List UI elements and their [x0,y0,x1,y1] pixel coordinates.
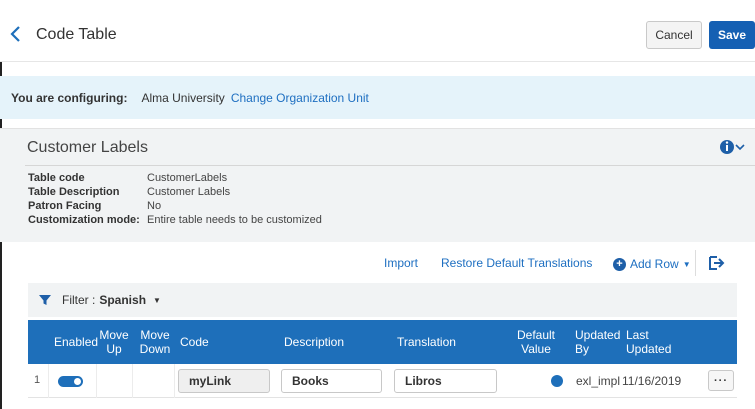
description-input[interactable]: Books [281,369,382,393]
filter-value: Spanish [99,293,147,307]
save-button[interactable]: Save [709,21,755,49]
table-details-panel: Customer Labels Table code CustomerLabel… [0,128,755,242]
column-header-updated-by[interactable]: Updated By [575,320,620,364]
configuring-bar: You are configuring: Alma University Cha… [0,76,755,119]
table-metadata: Table code CustomerLabels Table Descript… [28,171,322,227]
meta-key: Patron Facing [28,200,102,212]
toolbar-divider [695,250,696,276]
column-header-code[interactable]: Code [180,320,209,364]
row-actions-button[interactable]: ··· [708,370,734,391]
enabled-toggle[interactable] [58,376,83,387]
default-value-radio[interactable] [551,375,563,387]
chevron-left-icon[interactable] [9,24,23,44]
column-divider [48,364,49,398]
column-divider [174,364,175,398]
meta-key: Table Description [28,186,120,198]
panel-title: Customer Labels [27,139,148,156]
filter-label: Filter : [62,293,96,307]
column-header-enabled[interactable]: Enabled [54,320,98,364]
last-updated-value: 11/16/2019 [622,374,682,388]
row-number: 1 [34,374,41,386]
translation-input[interactable]: Libros [394,369,497,393]
meta-key: Customization mode: [28,214,140,226]
column-header-default-value[interactable]: Default Value [514,320,558,364]
updated-by-value: exl_impl [576,374,621,388]
add-row-button[interactable]: + Add Row ▼ [613,256,691,272]
code-field: myLink [178,369,270,393]
plus-circle-icon: + [613,257,626,271]
meta-value: CustomerLabels [147,172,228,184]
info-icon[interactable] [719,138,747,156]
caret-down-icon: ▼ [153,295,161,305]
table-row: 1 myLink Books Libros exl_impl 11/16/201… [28,364,737,398]
change-organization-link[interactable]: Change Organization Unit [231,91,369,105]
filter-icon [39,295,51,305]
restore-default-translations-link[interactable]: Restore Default Translations [441,256,592,272]
meta-key: Table code [28,172,85,184]
panel-divider [25,165,755,166]
meta-value: Customer Labels [147,186,231,198]
column-header-move-down[interactable]: Move Down [138,320,172,364]
table-header: Enabled Move Up Move Down Code Descripti… [28,320,737,364]
organization-name: Alma University [141,90,225,105]
filter-bar[interactable]: Filter : Spanish ▼ [28,283,737,317]
column-divider [96,364,97,398]
meta-row-table-code: Table code CustomerLabels [28,171,322,185]
page-header: Code Table Cancel Save [0,0,755,62]
meta-row-table-description: Table Description Customer Labels [28,185,322,199]
meta-value: No [147,200,162,212]
column-header-move-up[interactable]: Move Up [99,320,128,364]
column-divider [132,364,133,398]
meta-row-patron-facing: Patron Facing No [28,199,322,213]
meta-row-customization-mode: Customization mode: Entire table needs t… [28,213,322,227]
meta-value: Entire table needs to be customized [147,214,322,226]
page-title: Code Table [36,26,117,43]
caret-down-icon: ▼ [682,259,691,269]
column-header-description[interactable]: Description [284,320,344,364]
configuring-label: You are configuring: [11,90,128,105]
import-link[interactable]: Import [384,256,418,272]
column-header-translation[interactable]: Translation [397,320,456,364]
column-header-last-updated[interactable]: Last Updated [626,320,676,364]
cancel-button[interactable]: Cancel [646,21,702,49]
export-icon[interactable] [708,255,726,271]
add-row-label: Add Row [630,257,679,271]
